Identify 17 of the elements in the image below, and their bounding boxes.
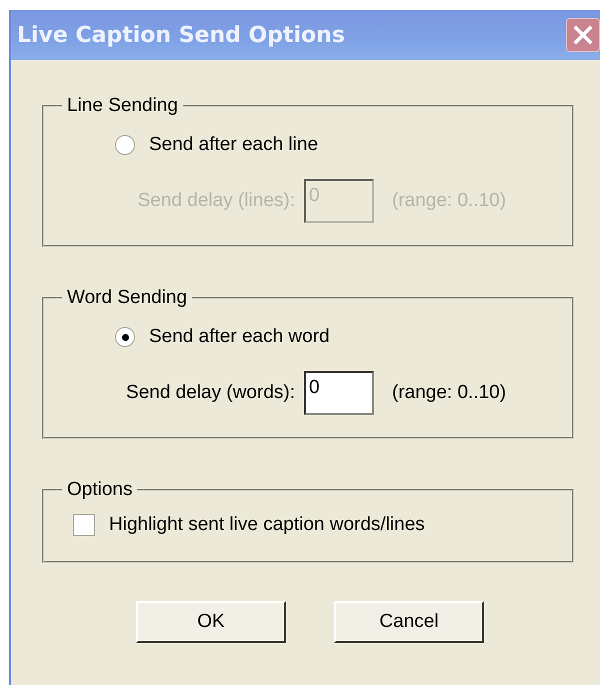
- group-title: Word Sending: [66, 287, 188, 309]
- radio-label: Send after each word: [149, 326, 330, 348]
- radio-label: Send after each line: [149, 134, 318, 156]
- group-title: Line Sending: [66, 95, 179, 117]
- dialog-button[interactable]: OK: [136, 601, 286, 643]
- checkbox-label: Highlight sent live caption words/lines: [109, 514, 425, 536]
- close-icon: [572, 24, 594, 46]
- field-label: Send delay (words):: [125, 382, 295, 404]
- dialog-button[interactable]: Cancel: [334, 601, 484, 643]
- checkbox[interactable]: [73, 514, 95, 536]
- radio-button[interactable]: [115, 327, 135, 347]
- close-button[interactable]: [566, 18, 600, 52]
- window-title: Live Caption Send Options: [17, 22, 345, 48]
- input-field[interactable]: 0: [304, 371, 374, 415]
- radio-button[interactable]: [115, 135, 135, 155]
- range-hint: (range: 0..10): [392, 382, 506, 404]
- group-title: Options: [66, 479, 134, 501]
